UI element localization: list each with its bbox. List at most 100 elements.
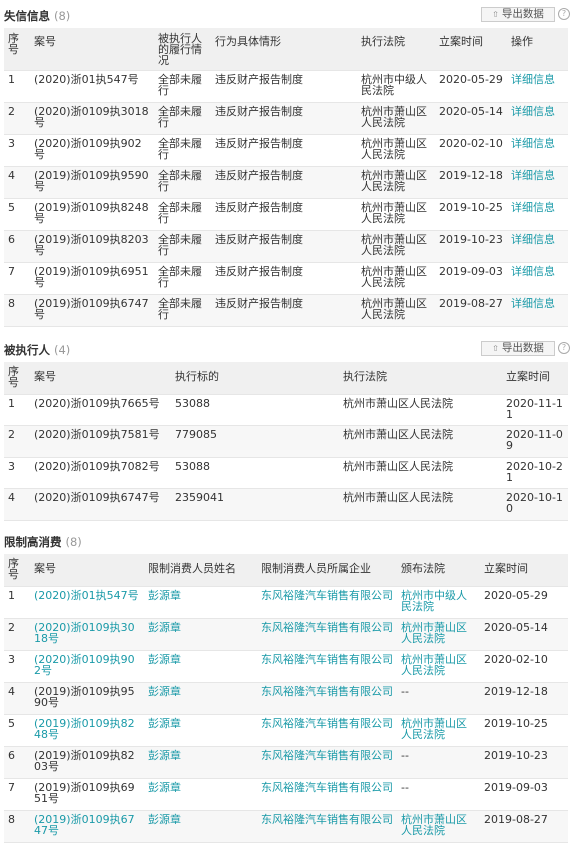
company-link[interactable]: 东风裕隆汽车销售有限公司 [257, 714, 397, 747]
cell-date: 2020-10-21 [502, 457, 568, 489]
person-link[interactable]: 彭源章 [144, 778, 257, 811]
cell-no: 4 [4, 166, 30, 199]
table-row: 3 (2020)浙0109执902号 全部未履行 违反财产报告制度 杭州市萧山区人民法院… [4, 134, 568, 167]
section-count: (8) [54, 9, 71, 23]
col-header-behavior: 行为具体情形 [211, 28, 357, 71]
company-link[interactable]: 东风裕隆汽车销售有限公司 [257, 682, 397, 715]
table-row: 7 (2019)浙0109执6951号 全部未履行 违反财产报告制度 杭州市萧山区人民法… [4, 262, 568, 295]
section-count: (8) [65, 535, 82, 549]
col-header-court: 执行法院 [339, 362, 502, 395]
detail-link[interactable]: 详细信息 [507, 230, 568, 263]
cell-date: 2019-08-27 [435, 294, 507, 327]
upload-arrow-icon: ⇧ [492, 344, 499, 353]
cell-court: 杭州市萧山区人民法院 [357, 230, 435, 263]
company-link[interactable]: 东风裕隆汽车销售有限公司 [257, 618, 397, 651]
cell-behavior: 违反财产报告制度 [211, 294, 357, 327]
cell-amount: 53088 [171, 394, 339, 426]
company-link[interactable]: 东风裕隆汽车销售有限公司 [257, 778, 397, 811]
detail-link[interactable]: 详细信息 [507, 262, 568, 295]
court-link[interactable]: 杭州市萧山区人民法院 [397, 650, 480, 683]
case-number-link[interactable]: (2020)浙01执547号 [30, 586, 144, 619]
cell-status: 全部未履行 [154, 198, 211, 231]
detail-link[interactable]: 详细信息 [507, 198, 568, 231]
cell-case-number: (2019)浙0109执6747号 [30, 294, 154, 327]
court-link[interactable]: 杭州市萧山区人民法院 [397, 810, 480, 843]
court-link: -- [397, 682, 480, 715]
detail-link[interactable]: 详细信息 [507, 166, 568, 199]
cell-no: 6 [4, 746, 30, 779]
cell-case-number: (2020)浙0109执7581号 [30, 425, 171, 458]
detail-link[interactable]: 详细信息 [507, 294, 568, 327]
person-link[interactable]: 彭源章 [144, 810, 257, 843]
case-number-link[interactable]: (2020)浙0109执3018号 [30, 618, 144, 651]
section-title-text: 被执行人 [4, 343, 50, 357]
court-link[interactable]: 杭州市中级人民法院 [397, 586, 480, 619]
col-header-court: 颁布法院 [397, 554, 480, 587]
court-link: -- [397, 746, 480, 779]
cell-case-number: (2020)浙0109执3018号 [30, 102, 154, 135]
col-header-case: 案号 [30, 362, 171, 395]
case-number-link[interactable]: (2020)浙0109执902号 [30, 650, 144, 683]
detail-link[interactable]: 详细信息 [507, 70, 568, 103]
cell-status: 全部未履行 [154, 134, 211, 167]
cell-date: 2019-12-18 [435, 166, 507, 199]
court-link[interactable]: 杭州市萧山区人民法院 [397, 714, 480, 747]
question-circle-icon[interactable]: ? [558, 342, 570, 354]
cell-date: 2020-11-09 [502, 425, 568, 458]
cell-no: 3 [4, 134, 30, 167]
cell-no: 1 [4, 586, 30, 619]
cell-date: 2019-08-27 [480, 810, 568, 843]
company-link[interactable]: 东风裕隆汽车销售有限公司 [257, 586, 397, 619]
table-header-row: 序号 案号 被执行人的履行情况 行为具体情形 执行法院 立案时间 操作 [4, 28, 568, 71]
detail-link[interactable]: 详细信息 [507, 134, 568, 167]
case-number-link[interactable]: (2019)浙0109执8248号 [30, 714, 144, 747]
person-link[interactable]: 彭源章 [144, 618, 257, 651]
table-row: 4 (2020)浙0109执6747号 2359041 杭州市萧山区人民法院 2020-… [4, 488, 568, 521]
cell-date: 2020-05-14 [480, 618, 568, 651]
cell-case-number: (2020)浙0109执7082号 [30, 457, 171, 489]
person-link[interactable]: 彭源章 [144, 714, 257, 747]
case-number-link: (2019)浙0109执8203号 [30, 746, 144, 779]
court-link: -- [397, 778, 480, 811]
cell-date: 2019-10-23 [435, 230, 507, 263]
company-link[interactable]: 东风裕隆汽车销售有限公司 [257, 810, 397, 843]
court-link[interactable]: 杭州市萧山区人民法院 [397, 618, 480, 651]
table-row: 6 (2019)浙0109执8203号 全部未履行 违反财产报告制度 杭州市萧山区人民法… [4, 230, 568, 263]
table-row: 7 (2019)浙0109执6951号 彭源章 东风裕隆汽车销售有限公司 -- 2019-… [4, 778, 568, 811]
person-link[interactable]: 彭源章 [144, 586, 257, 619]
export-data-button[interactable]: ⇧ 导出数据 [481, 341, 555, 356]
cell-court: 杭州市中级人民法院 [357, 70, 435, 103]
col-header-date: 立案时间 [480, 554, 568, 587]
detail-link[interactable]: 详细信息 [507, 102, 568, 135]
cell-case-number: (2019)浙0109执8248号 [30, 198, 154, 231]
col-header-action: 操作 [507, 28, 568, 71]
company-link[interactable]: 东风裕隆汽车销售有限公司 [257, 746, 397, 779]
col-header-amount: 执行标的 [171, 362, 339, 395]
beizhixing-section-header: 被执行人 (4) ⇧ 导出数据 ? [0, 338, 574, 360]
case-number-link[interactable]: (2019)浙0109执6747号 [30, 810, 144, 843]
col-header-court: 执行法院 [357, 28, 435, 71]
export-data-button[interactable]: ⇧ 导出数据 [481, 7, 555, 22]
cell-court: 杭州市萧山区人民法院 [339, 488, 502, 521]
col-header-no: 序号 [4, 554, 30, 587]
cell-amount: 779085 [171, 425, 339, 458]
section-title-text: 失信信息 [4, 9, 50, 23]
cell-date: 2020-11-11 [502, 394, 568, 426]
table-row: 4 (2019)浙0109执9590号 全部未履行 违反财产报告制度 杭州市萧山区人民法… [4, 166, 568, 199]
table-row: 8 (2019)浙0109执6747号 全部未履行 违反财产报告制度 杭州市萧山区人民法… [4, 294, 568, 327]
xianzhi-table: 序号 案号 限制消费人员姓名 限制消费人员所属企业 颁布法院 立案时间 1 (20… [4, 554, 568, 843]
question-circle-icon[interactable]: ? [558, 8, 570, 20]
cell-no: 1 [4, 70, 30, 103]
section-count: (4) [54, 343, 71, 357]
cell-no: 5 [4, 198, 30, 231]
cell-behavior: 违反财产报告制度 [211, 102, 357, 135]
person-link[interactable]: 彭源章 [144, 746, 257, 779]
person-link[interactable]: 彭源章 [144, 682, 257, 715]
export-label: 导出数据 [501, 8, 544, 20]
company-link[interactable]: 东风裕隆汽车销售有限公司 [257, 650, 397, 683]
person-link[interactable]: 彭源章 [144, 650, 257, 683]
col-header-date: 立案时间 [435, 28, 507, 71]
cell-case-number: (2020)浙01执547号 [30, 70, 154, 103]
table-row: 1 (2020)浙01执547号 彭源章 东风裕隆汽车销售有限公司 杭州市中级人民法院 2… [4, 586, 568, 619]
cell-date: 2019-09-03 [480, 778, 568, 811]
